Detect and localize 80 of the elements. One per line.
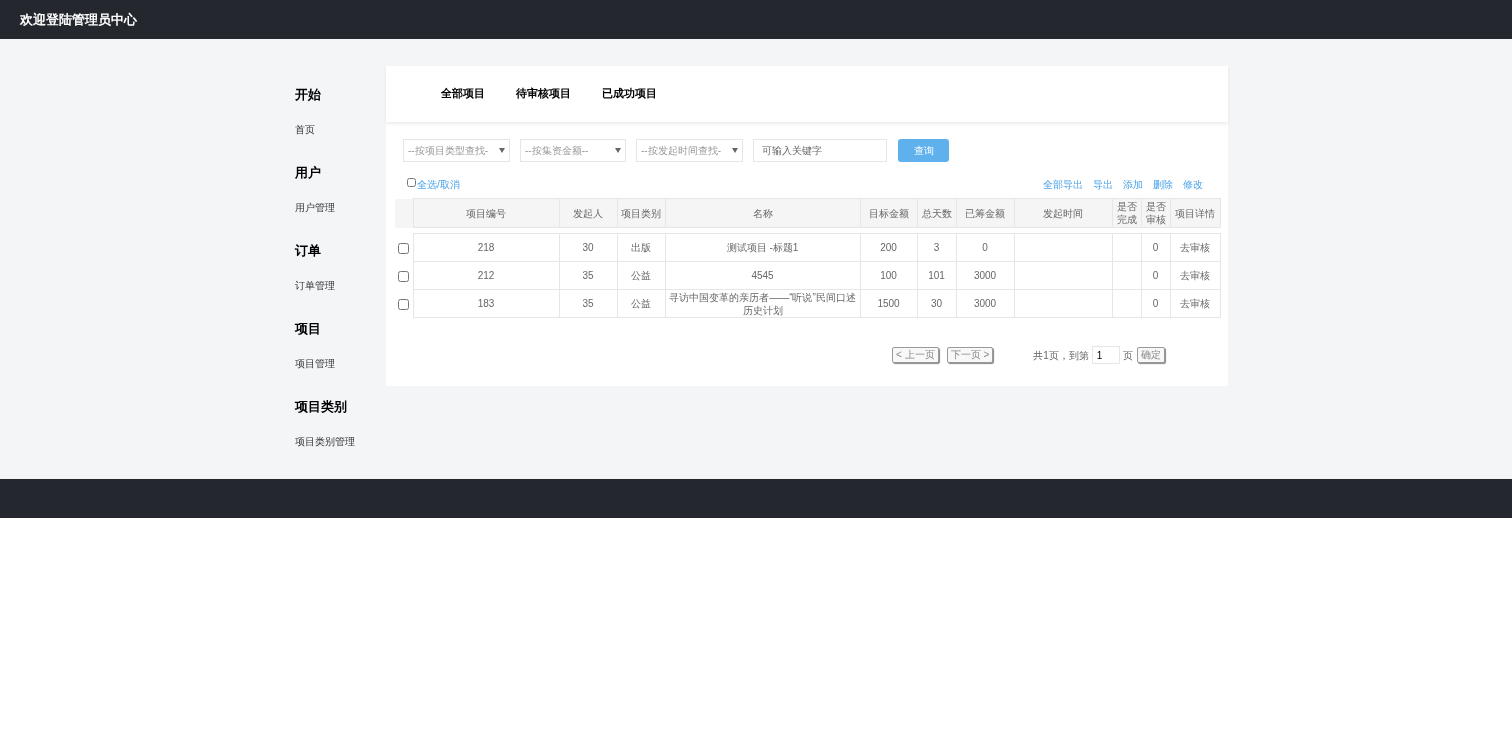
review-link[interactable]: 去审核 [1170,261,1220,290]
row-checkbox[interactable] [398,298,410,310]
action-link[interactable]: 全部导出 [1043,176,1083,192]
sidebar-link[interactable]: 用户管理 [295,198,335,218]
table-cell: 0 [956,233,1014,262]
table-cell: 0 [1141,289,1170,318]
table-cell: 30 [559,233,617,262]
table-cell: 0 [1141,261,1170,290]
column-header: 项目编号 [413,198,559,228]
table-cell: 1500 [860,289,917,318]
sidebar-link[interactable]: 首页 [295,120,315,140]
table-cell: 寻访中国变革的亲历者——“听说”民间口述历史计划 [665,289,860,318]
column-header: 目标金额 [860,198,917,228]
sidebar-link[interactable]: 项目类别管理 [295,432,355,452]
page-number-input[interactable]: 1 [1091,346,1120,364]
tab[interactable]: 待审核项目 [516,79,571,109]
dropdown[interactable]: --按发起时间查找- [636,139,743,162]
table-cell: 183 [413,289,559,318]
table-cell: 101 [917,261,956,290]
page-total-label: 共1页，到第 [1033,348,1089,363]
sidebar-heading: 用户 [295,164,322,182]
action-link[interactable]: 导出 [1093,176,1113,192]
column-header: 项目类别 [617,198,665,228]
table-cell: 100 [860,261,917,290]
action-link[interactable]: 修改 [1183,176,1203,192]
page-suffix-label: 页 [1122,348,1133,363]
sidebar-link[interactable]: 订单管理 [295,276,335,296]
table-cell [1112,261,1141,290]
column-header: 是否审核 [1141,198,1170,228]
action-link[interactable]: 删除 [1153,176,1173,192]
table-cell: 公益 [617,289,665,318]
search-button[interactable]: 查询 [898,139,949,162]
header-cell [395,198,413,228]
row-checkbox[interactable] [398,270,410,282]
row-checkbox[interactable] [398,242,410,254]
keyword-input[interactable]: 可输入关键字 [753,139,887,162]
table-cell: 212 [413,261,559,290]
column-header: 项目详情 [1170,198,1220,228]
table-cell: 3000 [956,289,1014,318]
table-cell: 3000 [956,261,1014,290]
table-cell: 0 [1141,233,1170,262]
table-cell [1112,233,1141,262]
column-header: 已筹金额 [956,198,1014,228]
sidebar-link[interactable]: 项目管理 [295,354,335,374]
previous-page-button[interactable]: < 上一页 [892,347,939,363]
action-link[interactable]: 添加 [1123,176,1143,192]
review-link[interactable]: 去审核 [1170,233,1220,262]
column-header: 总天数 [917,198,956,228]
table-cell: 测试项目 -标题1 [665,233,860,262]
dropdown[interactable]: --按集资金额-- [520,139,626,162]
sidebar-heading: 订单 [295,242,322,260]
sidebar-heading: 项目 [295,320,322,338]
table-cell: 3 [917,233,956,262]
table-cell: 35 [559,289,617,318]
table-cell: 218 [413,233,559,262]
caret-icon [615,148,621,153]
table-cell: 30 [917,289,956,318]
table-cell [1112,289,1141,318]
caret-icon [499,148,505,153]
review-link[interactable]: 去审核 [1170,289,1220,318]
sidebar-heading: 项目类别 [295,398,348,416]
column-header: 是否完成 [1112,198,1141,228]
caret-icon [732,148,738,153]
header-title: 欢迎登陆管理员中心 [20,10,137,29]
tab[interactable]: 已成功项目 [602,79,657,109]
column-header: 发起时间 [1014,198,1112,228]
column-header: 发起人 [559,198,617,228]
dropdown[interactable]: --按项目类型查找- [403,139,510,162]
table-cell: 35 [559,261,617,290]
sidebar-heading: 开始 [295,86,322,104]
table-cell: 出版 [617,233,665,262]
tab[interactable]: 全部项目 [441,79,485,109]
select-all-checkbox[interactable] [407,177,416,187]
table-cell: 4545 [665,261,860,290]
table-cell: 200 [860,233,917,262]
table-cell: 公益 [617,261,665,290]
next-page-button[interactable]: 下一页 > [946,347,994,363]
confirm-button[interactable]: 确定 [1136,347,1165,363]
select-all-link[interactable]: 全选/取消 [417,176,460,192]
column-header: 名称 [665,198,860,228]
